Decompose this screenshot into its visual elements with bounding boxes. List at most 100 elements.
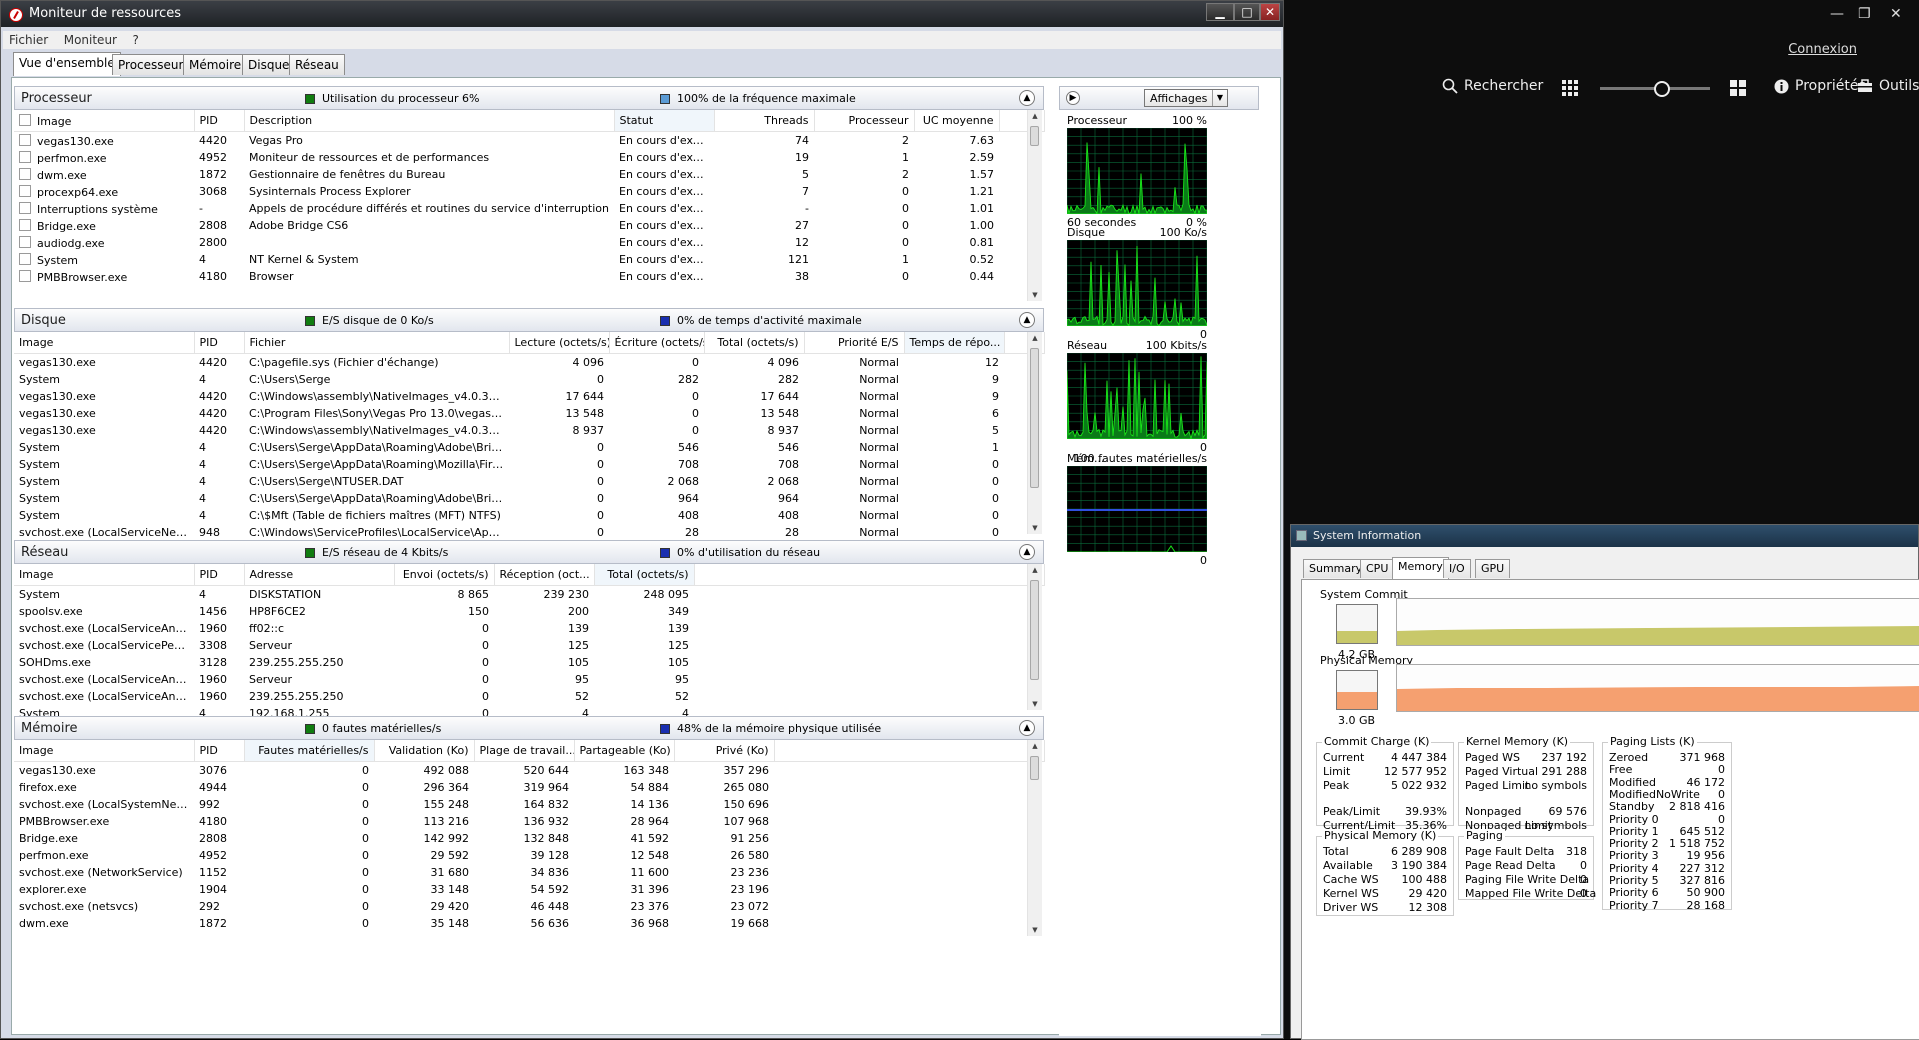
memory-scrollbar[interactable]: ▲ ▼ <box>1027 740 1042 936</box>
menu-help[interactable]: ? <box>126 31 144 49</box>
scroll-down-arrow[interactable]: ▼ <box>1028 698 1042 710</box>
slider-knob[interactable] <box>1654 81 1670 97</box>
tab-overview[interactable]: Vue d'ensemble <box>13 52 121 76</box>
scroll-down-arrow[interactable]: ▼ <box>1028 522 1042 534</box>
table-row[interactable]: perfmon.exe 4952 0 29 592 39 128 12 548 26 580 <box>14 847 1044 864</box>
bg-minimize-button[interactable]: — <box>1830 6 1844 22</box>
collapse-network-button[interactable]: ▲ <box>1019 544 1035 560</box>
col-response-time[interactable]: Temps de répo... <box>904 332 1005 354</box>
col-pid[interactable]: PID <box>194 740 245 762</box>
tab-memory[interactable]: Memory <box>1392 557 1449 579</box>
table-row[interactable]: System 4 C:\Users\Serge\AppData\Roaming\Ad… <box>14 439 1044 456</box>
table-row[interactable]: System 4 C:\Users\Serge\AppData\Roaming\Ad… <box>14 490 1044 507</box>
table-row[interactable]: dwm.exe 1872 Gestionnaire de fenêtres du B… <box>14 166 1044 183</box>
table-row[interactable]: vegas130.exe 3076 0 492 088 520 644 163 348 35… <box>14 762 1044 780</box>
col-pid[interactable]: PID <box>194 332 245 354</box>
col-file[interactable]: Fichier <box>244 332 510 354</box>
network-section-header[interactable]: Réseau E/S réseau de 4 Kbits/s 0% d'util… <box>14 540 1044 564</box>
scroll-thumb[interactable] <box>1030 580 1039 680</box>
tab-gpu[interactable]: GPU <box>1475 559 1511 578</box>
col-private[interactable]: Privé (Ko) <box>674 740 775 762</box>
table-row[interactable]: svchost.exe (LocalServiceAndNo... 1960 ff0… <box>14 620 1044 637</box>
col-address[interactable]: Adresse <box>244 564 395 586</box>
row-checkbox[interactable] <box>19 218 31 231</box>
close-button[interactable]: ✕ <box>1260 3 1280 21</box>
col-hard-faults[interactable]: Fautes matérielles/s <box>244 740 375 762</box>
table-row[interactable]: System 4 C:\$Mft (Table de fichiers maître… <box>14 507 1044 524</box>
table-row[interactable]: dwm.exe 1872 0 35 148 56 636 36 968 19 668 <box>14 915 1044 932</box>
table-row[interactable]: svchost.exe (NetworkService) 1152 0 31 680 3… <box>14 864 1044 881</box>
table-row[interactable]: System 4 DISKSTATION 8 865 239 230 248 095 <box>14 586 1044 604</box>
table-row[interactable]: firefox.exe 4944 0 296 364 319 964 54 884 265 … <box>14 779 1044 796</box>
table-row[interactable]: Bridge.exe 2808 Adobe Bridge CS6 En cours d… <box>14 217 1044 234</box>
col-write[interactable]: Écriture (octets/s) <box>609 332 705 354</box>
table-row[interactable]: vegas130.exe 4420 C:\Program Files\Sony\Ve… <box>14 405 1044 422</box>
col-image[interactable]: Image <box>14 332 195 354</box>
col-status[interactable]: Statut <box>614 110 715 132</box>
scroll-down-arrow[interactable]: ▼ <box>1028 289 1042 301</box>
row-checkbox[interactable] <box>19 184 31 197</box>
table-row[interactable]: System 4 NT Kernel & System En cours d'exé.… <box>14 251 1044 268</box>
small-grid-icon[interactable] <box>1562 80 1580 96</box>
row-checkbox[interactable] <box>19 269 31 282</box>
large-grid-icon[interactable] <box>1730 80 1746 96</box>
login-link[interactable]: Connexion <box>1788 42 1857 57</box>
collapse-disk-button[interactable]: ▲ <box>1019 312 1035 328</box>
col-image[interactable]: Image <box>14 740 195 762</box>
table-row[interactable]: vegas130.exe 4420 C:\Windows\assembly\Nati… <box>14 388 1044 405</box>
col-total[interactable]: Total (octets/s) <box>594 564 695 586</box>
tab-memory[interactable]: Mémoire <box>183 54 248 75</box>
scroll-up-arrow[interactable]: ▲ <box>1028 110 1042 122</box>
collapse-cpu-button[interactable]: ▲ <box>1019 90 1035 106</box>
col-read[interactable]: Lecture (octets/s) <box>509 332 610 354</box>
col-working-set[interactable]: Plage de travail... <box>474 740 575 762</box>
row-checkbox[interactable] <box>19 235 31 248</box>
views-dropdown[interactable]: Affichages ▼ <box>1144 89 1228 107</box>
table-row[interactable]: vegas130.exe 4420 C:\pagefile.sys (Fichier… <box>14 354 1044 372</box>
col-pid[interactable]: PID <box>194 110 245 132</box>
col-sent[interactable]: Envoi (octets/s) <box>394 564 495 586</box>
disk-scrollbar[interactable]: ▲ ▼ <box>1027 332 1042 534</box>
title-bar[interactable]: Moniteur de ressources ▁ □ ✕ <box>1 1 1283 27</box>
cpu-scrollbar[interactable]: ▲ ▼ <box>1027 110 1042 301</box>
properties-button[interactable]: Propriétés <box>1774 78 1866 94</box>
col-cpu-average[interactable]: UC moyenne <box>914 110 1000 132</box>
table-row[interactable]: Bridge.exe 2808 0 142 992 132 848 41 592 91 25… <box>14 830 1044 847</box>
memory-section-header[interactable]: Mémoire 0 fautes matérielles/s 48% de la… <box>14 716 1044 740</box>
col-received[interactable]: Réception (oct... <box>494 564 595 586</box>
tools-button[interactable]: Outils <box>1857 78 1919 94</box>
table-row[interactable]: Interruptions système - Appels de procédur… <box>14 200 1044 217</box>
scroll-down-arrow[interactable]: ▼ <box>1028 924 1042 936</box>
table-row[interactable]: perfmon.exe 4952 Moniteur de ressources et… <box>14 149 1044 166</box>
bg-maximize-button[interactable]: ❐ <box>1858 6 1871 22</box>
row-checkbox[interactable] <box>19 201 31 214</box>
tab-summary[interactable]: Summary <box>1303 559 1369 578</box>
maximize-button[interactable]: □ <box>1234 3 1260 21</box>
collapse-memory-button[interactable]: ▲ <box>1019 720 1035 736</box>
table-row[interactable]: System 4 C:\Users\Serge 0 282 282 Normal 9 <box>14 371 1044 388</box>
tab-network[interactable]: Réseau <box>289 54 345 75</box>
scroll-up-arrow[interactable]: ▲ <box>1028 740 1042 752</box>
expand-graphs-button[interactable]: ▶ <box>1066 91 1080 105</box>
table-row[interactable]: procexp64.exe 3068 Sysinternals Process Ex… <box>14 183 1044 200</box>
col-processor[interactable]: Processeur <box>814 110 915 132</box>
menu-file[interactable]: Fichier <box>3 31 54 49</box>
minimize-button[interactable]: ▁ <box>1206 3 1234 21</box>
disk-section-header[interactable]: Disque E/S disque de 0 Ko/s 0% de temps … <box>14 308 1044 332</box>
search-button[interactable]: Rechercher <box>1442 78 1543 94</box>
network-scrollbar[interactable]: ▲ ▼ <box>1027 564 1042 710</box>
col-description[interactable]: Description <box>244 110 615 132</box>
tab-disk[interactable]: Disque <box>242 54 296 75</box>
table-row[interactable]: PMBBrowser.exe 4180 0 113 216 136 932 28 964 1… <box>14 813 1044 830</box>
table-row[interactable]: svchost.exe (LocalServiceNetwo... 948 C:\W… <box>14 524 1044 541</box>
row-checkbox[interactable] <box>19 252 31 265</box>
select-all-checkbox[interactable] <box>19 113 31 126</box>
table-row[interactable]: svchost.exe (LocalServicePeerNet) 3308 Ser… <box>14 637 1044 654</box>
tab-io[interactable]: I/O <box>1443 559 1471 578</box>
scroll-up-arrow[interactable]: ▲ <box>1028 332 1042 344</box>
scroll-up-arrow[interactable]: ▲ <box>1028 564 1042 576</box>
tab-cpu[interactable]: CPU <box>1360 559 1395 578</box>
col-image[interactable]: Image <box>14 564 195 586</box>
table-row[interactable]: svchost.exe (LocalServiceAndNo... 1960 239… <box>14 688 1044 705</box>
table-row[interactable]: SOHDms.exe 3128 239.255.255.250 0 105 105 <box>14 654 1044 671</box>
